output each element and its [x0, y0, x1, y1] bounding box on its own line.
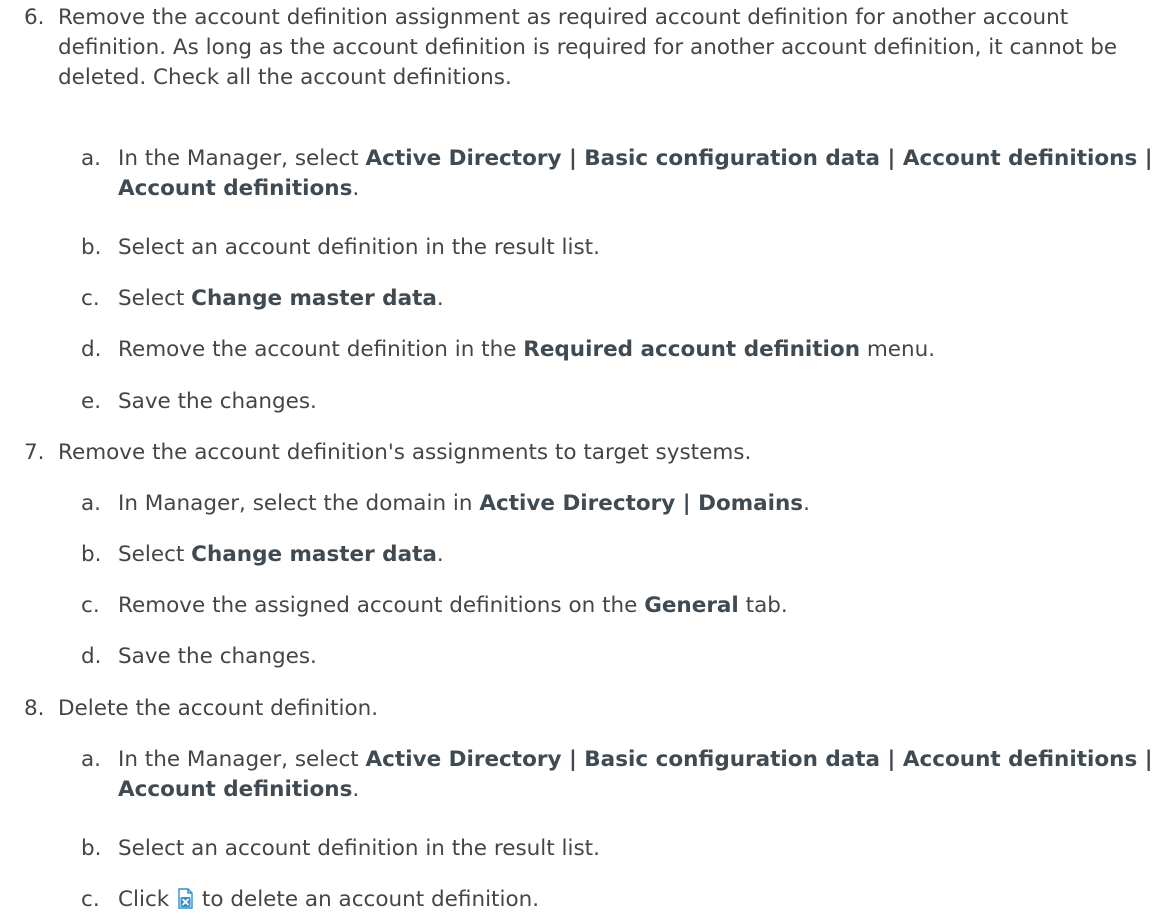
substep-letter: b. [81, 542, 102, 567]
substep-letter: c. [81, 887, 100, 912]
step-8: 8. Delete the account definition. [24, 694, 1164, 724]
substep-body: In the Manager, select Active Directory … [118, 144, 1161, 204]
step-7: 7. Remove the account definition's assig… [24, 438, 1164, 468]
substep-letter: a. [81, 491, 102, 516]
substep-body: Remove the assigned account definitions … [118, 591, 1161, 621]
substep-text-end: menu. [860, 337, 936, 362]
substep-text: Select [118, 286, 192, 311]
substep-text: Select an account definition in the resu… [118, 836, 600, 861]
substep-letter: c. [81, 593, 100, 618]
substep-text-end: . [803, 491, 810, 516]
step-text: Remove the account definition's assignme… [58, 440, 752, 465]
substep-6e: e. Save the changes. [81, 387, 1161, 417]
substep-body: Select Change master data. [118, 284, 1161, 314]
substep-8b: b. Select an account definition in the r… [81, 834, 1161, 864]
substep-letter: a. [81, 146, 102, 171]
substep-letter: b. [81, 235, 102, 260]
substep-6d: d. Remove the account definition in the … [81, 335, 1161, 365]
substep-letter: e. [81, 389, 102, 414]
substep-text-end: tab. [738, 593, 788, 618]
substep-text-end: . [352, 176, 360, 201]
step-text: Delete the account definition. [58, 696, 379, 721]
substep-7d: d. Save the changes. [81, 642, 1161, 672]
substep-7c: c. Remove the assigned account definitio… [81, 591, 1161, 621]
substep-8a: a. In the Manager, select Active Directo… [81, 745, 1161, 805]
substep-text: Save the changes. [118, 644, 317, 669]
substep-text-end: . [436, 286, 444, 311]
substep-text: Click [118, 887, 177, 912]
ui-label: General [644, 593, 739, 618]
step-6: 6. Remove the account definition assignm… [24, 3, 1164, 93]
step-number: 6. [24, 5, 45, 30]
substep-text-end: . [436, 542, 444, 567]
step-number: 7. [24, 440, 45, 465]
substep-text: Remove the assigned account definitions … [118, 593, 645, 618]
substep-letter: d. [81, 644, 102, 669]
substep-text: Save the changes. [118, 389, 317, 414]
substep-letter: b. [81, 836, 102, 861]
substep-letter: d. [81, 337, 102, 362]
menu-path: Active Directory | Domains [479, 491, 804, 516]
substep-7a: a. In Manager, select the domain in Acti… [81, 489, 1161, 519]
substep-text: Remove the account definition in the [118, 337, 524, 362]
substep-body: In the Manager, select Active Directory … [118, 745, 1161, 805]
substep-text: Select [118, 542, 192, 567]
substep-body: Select Change master data. [118, 540, 1161, 570]
substep-letter: c. [81, 286, 100, 311]
substep-body: Click to delete an account definition. [118, 885, 1161, 915]
ui-label: Change master data [191, 286, 437, 311]
substep-text: Select an account definition in the resu… [118, 235, 600, 260]
substep-text: In the Manager, select [118, 146, 366, 171]
substep-body: Remove the account definition in the Req… [118, 335, 1161, 365]
substep-text-end: to delete an account definition. [195, 887, 540, 912]
substep-6b: b. Select an account definition in the r… [81, 233, 1161, 263]
ui-label: Required account definition [523, 337, 860, 362]
substep-text: In Manager, select the domain in [118, 491, 480, 516]
ui-label: Change master data [191, 542, 437, 567]
substep-6a: a. In the Manager, select Active Directo… [81, 144, 1161, 204]
substep-6c: c. Select Change master data. [81, 284, 1161, 314]
step-text: Remove the account definition assignment… [58, 5, 1118, 90]
substep-text: In the Manager, select [118, 747, 366, 772]
substep-text-end: . [352, 777, 360, 802]
substep-8c: c. Click to delete an account definition… [81, 885, 1161, 915]
document-page: 6. Remove the account definition assignm… [0, 0, 1173, 912]
substep-body: In Manager, select the domain in Active … [118, 489, 1161, 519]
substep-letter: a. [81, 747, 102, 772]
substep-7b: b. Select Change master data. [81, 540, 1161, 570]
step-number: 8. [24, 696, 45, 721]
delete-icon [177, 888, 194, 909]
